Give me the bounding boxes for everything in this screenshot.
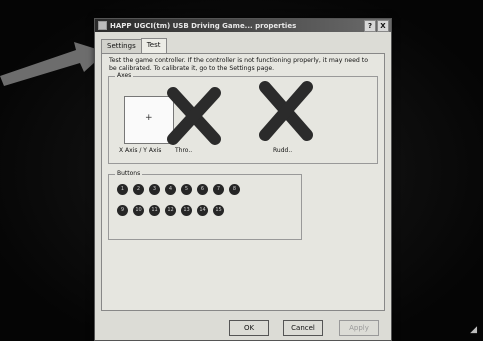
close-button[interactable]: X [377,20,389,32]
properties-dialog: HAPP UGCI(tm) USB Driving Game... proper… [94,18,392,341]
window-title: HAPP UGCI(tm) USB Driving Game... proper… [110,21,297,30]
joystick-button-indicator: 10 [133,205,144,216]
joystick-button-indicator: 13 [181,205,192,216]
joystick-button-indicator: 15 [213,205,224,216]
axes-group: Axes + X Axis / Y Axis Thro.. Rudd.. [108,72,378,164]
apply-button[interactable]: Apply [339,320,379,336]
joystick-button-indicator: 2 [133,184,144,195]
dialog-footer: OK Cancel Apply [95,320,391,336]
axes-group-label: Axes [115,72,134,79]
joystick-button-indicator: 6 [197,184,208,195]
joystick-button-indicator: 14 [197,205,208,216]
test-tab-panel: Test the game controller. If the control… [101,53,385,311]
rudder-unavailable-x-icon [259,81,313,141]
joystick-button-indicator: 12 [165,205,176,216]
tab-strip: Settings Test [101,38,167,55]
corner-mark-icon: ◢ [470,325,477,335]
crosshair-icon: + [145,113,153,123]
throttle-unavailable-x-icon [167,87,221,145]
throttle-label: Thro.. [175,147,193,154]
title-bar: HAPP UGCI(tm) USB Driving Game... proper… [95,19,391,32]
joystick-button-indicator: 9 [117,205,128,216]
help-button[interactable]: ? [364,20,376,32]
xy-axis-label: X Axis / Y Axis [119,147,162,154]
joystick-button-indicator: 8 [229,184,240,195]
buttons-group-label: Buttons [115,170,143,177]
buttons-group: Buttons 1 2 3 4 5 6 7 8 9 10 11 12 13 14… [108,170,302,240]
intro-text: Test the game controller. If the control… [109,57,368,72]
joystick-button-indicator: 5 [181,184,192,195]
button-indicator-grid: 1 2 3 4 5 6 7 8 9 10 11 12 13 14 15 [117,184,243,216]
cancel-button[interactable]: Cancel [283,320,323,336]
joystick-button-indicator: 7 [213,184,224,195]
ok-button[interactable]: OK [229,320,269,336]
tab-settings[interactable]: Settings [101,39,142,54]
controller-icon [98,21,107,30]
joystick-button-indicator: 4 [165,184,176,195]
joystick-button-indicator: 1 [117,184,128,195]
joystick-button-indicator: 11 [149,205,160,216]
rudder-label: Rudd.. [273,147,293,154]
joystick-button-indicator: 3 [149,184,160,195]
